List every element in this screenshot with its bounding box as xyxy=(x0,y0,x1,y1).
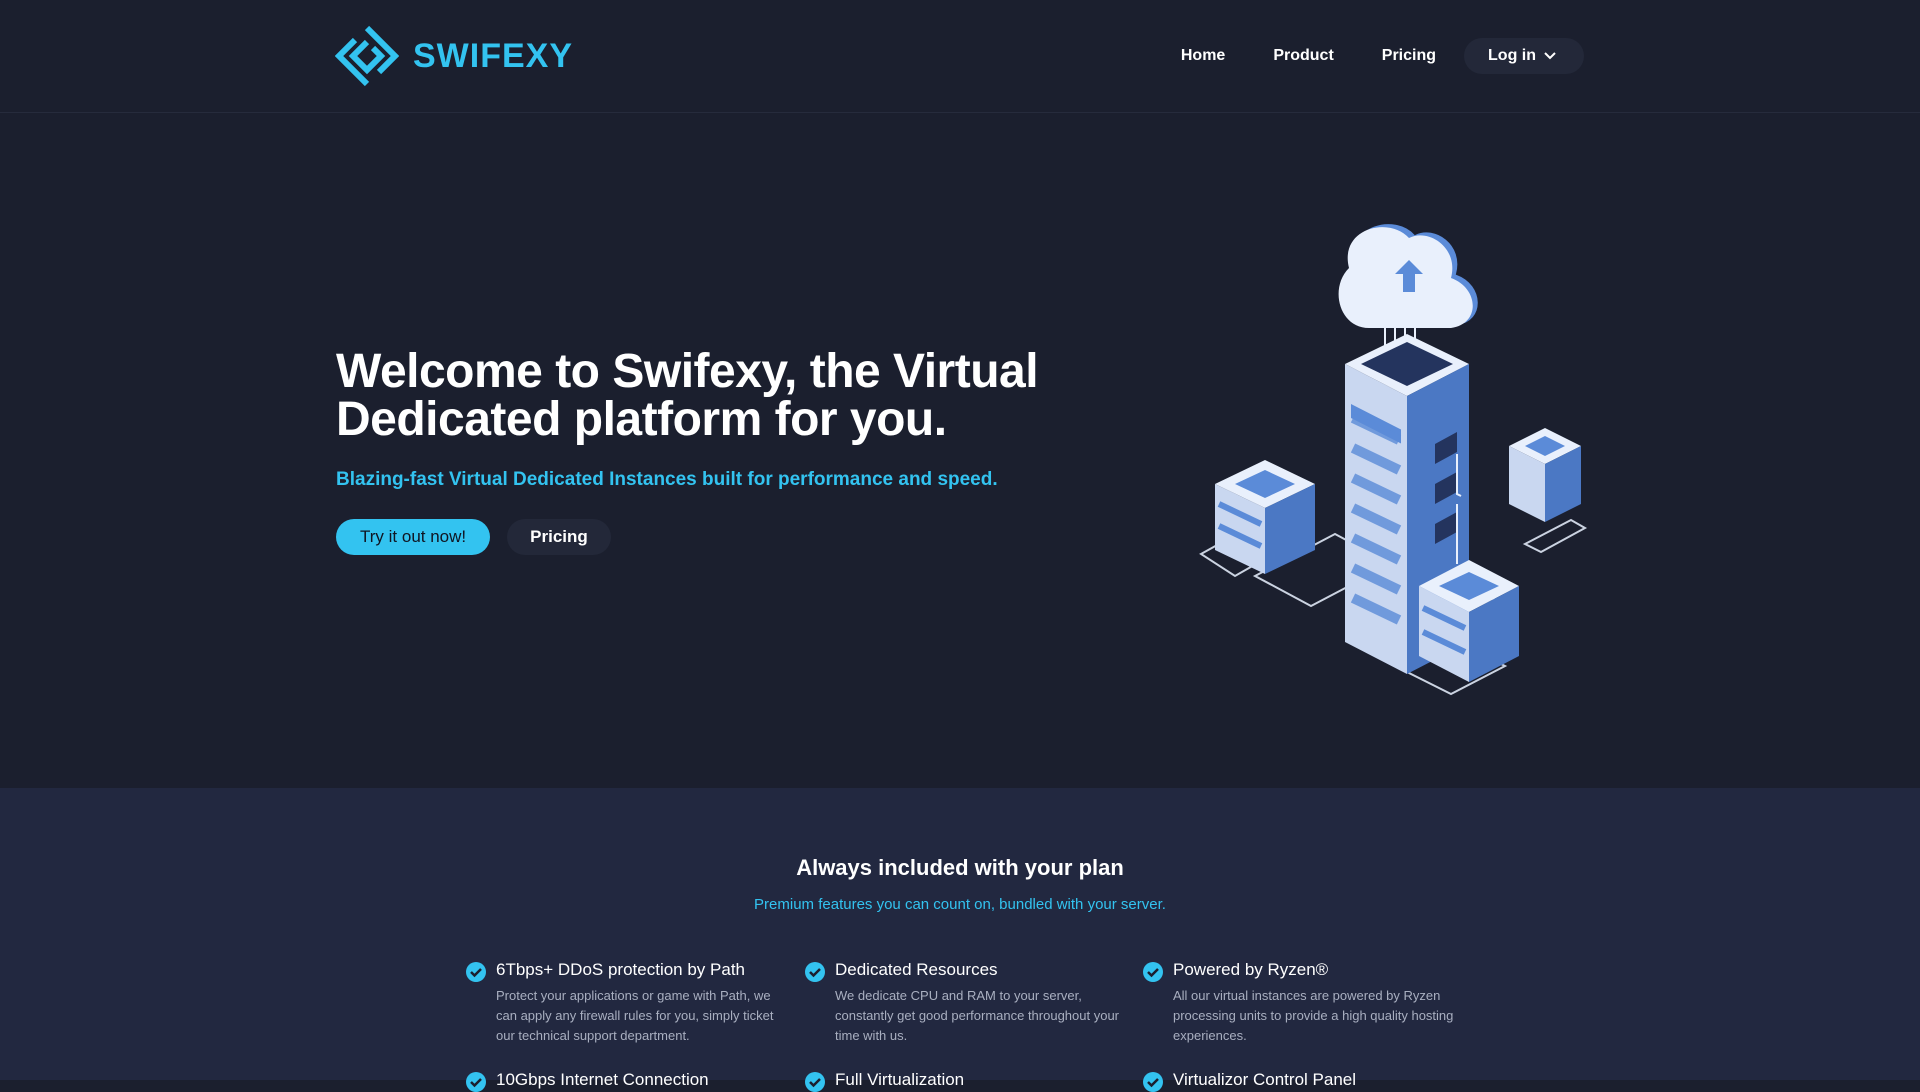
chevron-down-icon xyxy=(1544,52,1556,60)
nav-pricing[interactable]: Pricing xyxy=(1358,47,1460,65)
hero-subtitle: Blazing-fast Virtual Dedicated Instances… xyxy=(336,469,998,490)
feature-title: 10Gbps Internet Connection xyxy=(496,1070,709,1089)
feature-title: Dedicated Resources xyxy=(835,960,998,979)
check-circle-icon xyxy=(805,962,825,982)
login-dropdown-button[interactable]: Log in xyxy=(1464,38,1584,74)
hero-section: Welcome to Swifexy, the Virtual Dedicate… xyxy=(0,114,1920,788)
pricing-button[interactable]: Pricing xyxy=(507,519,611,555)
feature-title: Powered by Ryzen® xyxy=(1173,960,1329,979)
features-subtitle: Premium features you can count on, bundl… xyxy=(754,896,1166,913)
nav-product[interactable]: Product xyxy=(1249,47,1357,65)
hero-title: Welcome to Swifexy, the Virtual Dedicate… xyxy=(336,345,1039,446)
feature-description: We dedicate CPU and RAM to your server, … xyxy=(835,988,1120,1043)
check-circle-icon xyxy=(466,962,486,982)
check-circle-icon xyxy=(466,1072,486,1092)
features-section: Always included with your plan Premium f… xyxy=(0,788,1920,1092)
feature-title: 6Tbps+ DDoS protection by Path xyxy=(496,960,745,979)
try-it-out-button[interactable]: Try it out now! xyxy=(336,519,491,555)
login-label: Log in xyxy=(1488,47,1536,64)
hero-buttons: Try it out now! Pricing xyxy=(336,519,611,555)
feature-title: Virtualizor Control Panel xyxy=(1173,1070,1356,1089)
brand-name: SWIFEXY xyxy=(413,36,574,75)
feature-description: All our virtual instances are powered by… xyxy=(1173,988,1454,1043)
site-header: SWIFEXY Home Product Pricing Log in xyxy=(0,0,1920,113)
feature-description: Protect your applications or game with P… xyxy=(496,988,774,1043)
check-circle-icon xyxy=(1143,962,1163,982)
brand-logo[interactable]: SWIFEXY xyxy=(335,24,573,88)
main-nav: Home Product Pricing Log in xyxy=(1157,38,1584,74)
check-circle-icon xyxy=(805,1072,825,1092)
nav-home[interactable]: Home xyxy=(1157,47,1249,65)
isometric-cloud-servers-illustration xyxy=(1199,222,1588,696)
features-title: Always included with your plan xyxy=(796,855,1124,880)
swifexy-diamond-logo-icon xyxy=(335,25,399,87)
feature-title: Full Virtualization xyxy=(835,1070,965,1089)
check-circle-icon xyxy=(1143,1072,1163,1092)
